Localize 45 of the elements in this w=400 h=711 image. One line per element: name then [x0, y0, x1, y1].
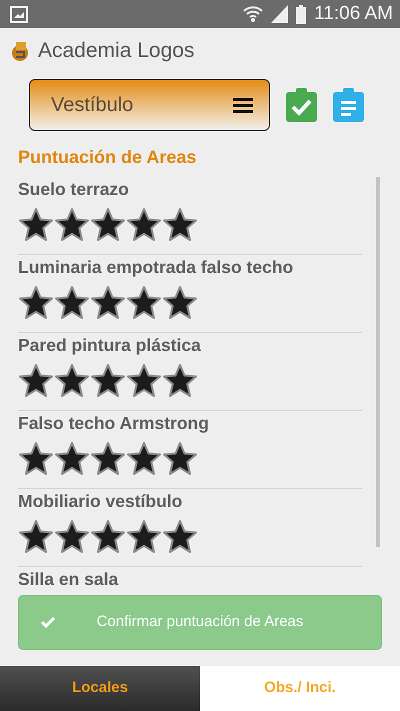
filled-star-icon[interactable]	[90, 285, 126, 320]
menu-icon	[233, 98, 253, 112]
filled-star-icon[interactable]	[18, 519, 54, 554]
filled-star-icon[interactable]	[126, 363, 162, 398]
area-name: Mobiliario vestíbulo	[18, 490, 184, 512]
picture-icon	[10, 6, 28, 22]
filled-star-icon[interactable]	[162, 519, 198, 554]
signal-icon	[271, 5, 288, 23]
filled-star-icon[interactable]	[18, 441, 54, 476]
app-title: Academia Logos	[38, 38, 194, 64]
filled-star-icon[interactable]	[54, 363, 90, 398]
filled-star-icon[interactable]	[90, 207, 126, 242]
filled-star-icon[interactable]	[90, 519, 126, 554]
filled-star-icon[interactable]	[90, 441, 126, 476]
area-name: Luminaria empotrada falso techo	[18, 256, 294, 278]
filled-star-icon[interactable]	[18, 363, 54, 398]
filled-star-icon[interactable]	[126, 207, 162, 242]
area-name: Suelo terrazo	[18, 178, 130, 200]
filled-star-icon[interactable]	[90, 363, 126, 398]
filled-star-icon[interactable]	[162, 207, 198, 242]
status-time: 11:06 AM	[314, 2, 393, 26]
clipboard-icon[interactable]	[333, 88, 364, 122]
filled-star-icon[interactable]	[54, 441, 90, 476]
area-name: Falso techo Armstrong	[18, 412, 210, 434]
logo-icon	[10, 40, 30, 62]
location-dropdown[interactable]: Vestíbulo	[29, 79, 270, 131]
filled-star-icon[interactable]	[18, 207, 54, 242]
filled-star-icon[interactable]	[126, 441, 162, 476]
filled-star-icon[interactable]	[54, 519, 90, 554]
wifi-icon	[243, 4, 264, 24]
filled-star-icon[interactable]	[126, 519, 162, 554]
filled-star-icon[interactable]	[126, 285, 162, 320]
filled-star-icon[interactable]	[54, 207, 90, 242]
filled-star-icon[interactable]	[54, 285, 90, 320]
filled-star-icon[interactable]	[162, 441, 198, 476]
section-title: Puntuación de Areas	[17, 146, 198, 169]
battery-icon	[296, 4, 306, 24]
area-name: Pared pintura plástica	[18, 334, 202, 356]
filled-star-icon[interactable]	[18, 285, 54, 320]
filled-star-icon[interactable]	[162, 363, 198, 398]
area-name: Silla en sala	[18, 568, 120, 589]
clipboard-check-icon[interactable]	[286, 88, 317, 122]
tab[interactable]: Locales	[0, 666, 200, 711]
filled-star-icon[interactable]	[162, 285, 198, 320]
check-icon	[41, 617, 55, 628]
